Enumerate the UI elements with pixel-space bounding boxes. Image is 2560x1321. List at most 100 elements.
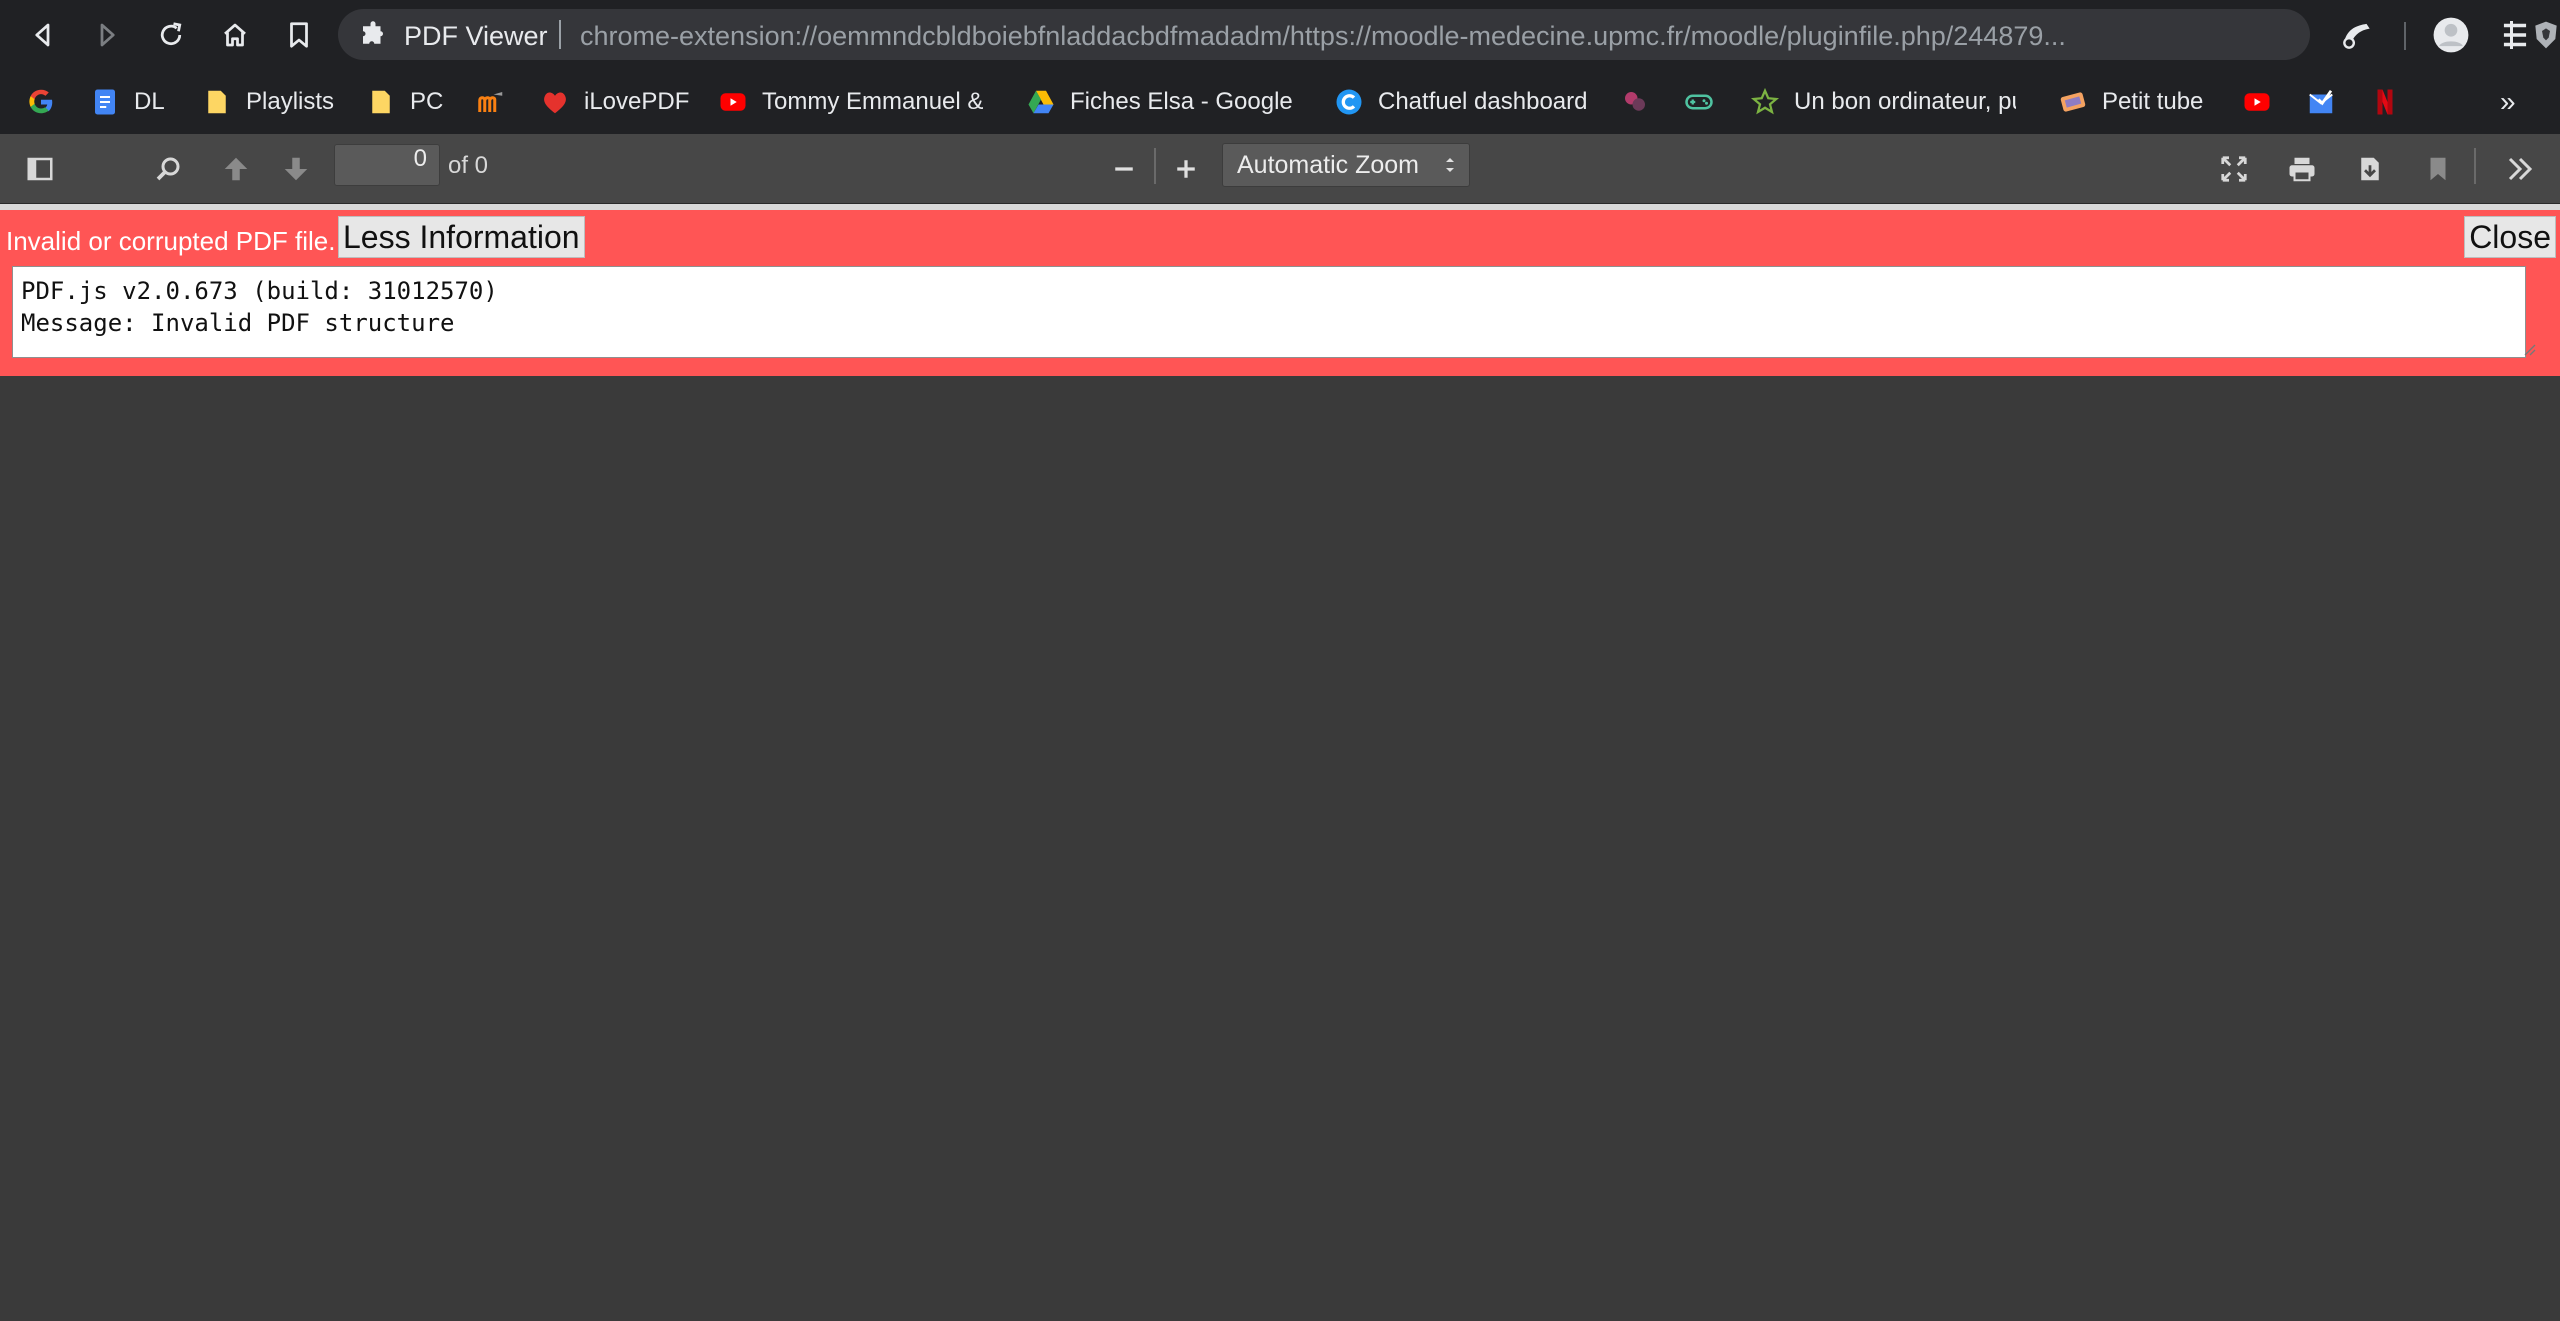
close-button[interactable]: Close [2464, 216, 2556, 258]
back-button[interactable] [22, 14, 64, 56]
zoom-selected-value: Automatic Zoom [1237, 150, 1420, 179]
double-chevron-right-icon [2508, 157, 2533, 181]
menu-icon[interactable] [2496, 16, 2534, 54]
zoom-in-button[interactable] [1166, 150, 1206, 188]
resize-grip-icon[interactable] [2522, 342, 2536, 356]
extension-name: PDF Viewer [404, 21, 548, 51]
presentation-mode-button[interactable] [2214, 150, 2254, 188]
download-icon [2361, 157, 2379, 181]
bookmark-icon [2430, 157, 2446, 181]
page-number-input[interactable]: 0 [334, 144, 440, 186]
bookmark-gamepad[interactable] [1684, 82, 1714, 122]
bookmarks-overflow-button[interactable]: » [2500, 82, 2516, 122]
home-button[interactable] [214, 14, 256, 56]
tools-button[interactable] [2500, 150, 2540, 188]
docs-icon [90, 87, 120, 117]
bookmarks-bar: DL Playlists PC iLovePDF Tommy Emmanuel … [0, 70, 2560, 134]
ilovepdf-icon [540, 87, 570, 117]
bookmark-dl[interactable]: DL [90, 82, 165, 122]
bookmark-label: PC [410, 88, 444, 115]
youtube-icon [2242, 87, 2272, 117]
google-icon [26, 87, 56, 117]
arrow-up-icon [224, 157, 248, 181]
plus-icon [1177, 160, 1195, 178]
bookmark-label: DL [134, 88, 165, 115]
back-icon [35, 23, 50, 47]
reload-icon [160, 22, 182, 46]
bookmark-label: iLovePDF [584, 88, 690, 115]
bookmark-tommy-emmanuel[interactable]: Tommy Emmanuel & [718, 82, 983, 122]
error-message: Invalid or corrupted PDF file. [6, 226, 336, 256]
address-bar[interactable]: PDF Viewer chrome-extension://oemmndcbld… [338, 9, 2557, 60]
bookmark-icon [290, 22, 308, 48]
bookmark-netflix[interactable] [2370, 82, 2400, 122]
bookmark-moodle[interactable] [476, 82, 506, 122]
zoom-divider [1154, 148, 1156, 184]
chatfuel-icon [1334, 87, 1364, 117]
current-view-bookmark-button[interactable] [2418, 150, 2458, 188]
bookmark-label: Playlists [246, 88, 335, 115]
bookmark-youtube[interactable] [2242, 82, 2272, 122]
print-icon [2289, 157, 2315, 182]
print-button[interactable] [2282, 150, 2322, 188]
search-icon [156, 157, 180, 181]
youtube-icon [718, 87, 748, 117]
zoom-select[interactable]: Automatic Zoom [1222, 143, 1470, 187]
star-icon [1750, 87, 1780, 117]
bookmark-chatfuel[interactable]: Chatfuel dashboard [1334, 82, 1587, 122]
error-wrapper: Invalid or corrupted PDF file. Less Info… [0, 210, 2560, 376]
previous-page-button[interactable] [216, 150, 256, 188]
home-icon [224, 23, 246, 47]
zoom-out-button[interactable] [1104, 150, 1144, 188]
minus-icon [1115, 167, 1133, 171]
bookmark-extension[interactable] [1620, 82, 1650, 122]
inbox-icon [2306, 87, 2336, 117]
bookmark-button[interactable] [278, 14, 320, 56]
sidebar-toggle-icon [27, 157, 53, 181]
toolbar-divider [2404, 22, 2406, 50]
download-button[interactable] [2350, 150, 2390, 188]
sidebar-toggle-button[interactable] [20, 150, 60, 188]
arrow-down-icon [284, 157, 308, 181]
bookmark-fiches-elsa[interactable]: Fiches Elsa - Google D [1026, 82, 1296, 122]
less-info-button[interactable]: Less Information [338, 216, 585, 258]
bookmark-petit-tube[interactable]: Petit tube [2058, 82, 2203, 122]
omnibox-divider [559, 20, 561, 49]
find-button[interactable] [148, 150, 188, 188]
reload-button[interactable] [150, 14, 192, 56]
bookmark-label: Tommy Emmanuel & [762, 88, 984, 115]
error-details-textarea[interactable]: PDF.js v2.0.673 (build: 31012570) Messag… [12, 266, 2526, 358]
viewer-container [0, 376, 2560, 1321]
bookmark-un-bon-ordinateur[interactable]: Un bon ordinateur, pu [1750, 82, 2016, 122]
brave-shield-icon[interactable] [2530, 19, 2560, 51]
bookmark-google[interactable] [26, 82, 56, 122]
bookmark-ilovepdf[interactable]: iLovePDF [540, 82, 689, 122]
netflix-icon [2370, 87, 2400, 117]
forward-button[interactable] [86, 14, 128, 56]
moodle-icon [476, 87, 506, 117]
petit-tube-icon [2058, 87, 2088, 117]
select-arrows-icon [1446, 158, 1454, 172]
bookmark-pc[interactable]: PC [366, 82, 443, 122]
fullscreen-icon [2221, 156, 2247, 182]
drive-icon [1026, 87, 1056, 117]
bookmark-label: Fiches Elsa - Google D [1070, 88, 1296, 115]
extension-icon[interactable] [2338, 16, 2376, 54]
puzzle-icon [363, 21, 383, 44]
toolbar-divider [2474, 148, 2476, 184]
folder-icon [202, 87, 232, 117]
folder-icon [366, 87, 396, 117]
bookmark-label: Petit tube [2102, 88, 2204, 115]
gamepad-icon [1684, 87, 1714, 117]
forward-icon [100, 23, 115, 47]
bookmark-label: Un bon ordinateur, pu [1794, 88, 2016, 115]
browser-toolbar: PDF Viewer chrome-extension://oemmndcbld… [0, 0, 2560, 70]
next-page-button[interactable] [276, 150, 316, 188]
bookmark-playlists[interactable]: Playlists [202, 82, 334, 122]
profile-avatar-icon[interactable] [2432, 16, 2470, 54]
bookmark-label: Chatfuel dashboard [1378, 88, 1588, 115]
url-text[interactable]: chrome-extension://oemmndcbldboiebfnladd… [580, 21, 2500, 52]
bookmark-inbox[interactable] [2306, 82, 2336, 122]
page-count-label: of 0 [448, 152, 489, 179]
puzzle-icon [1620, 87, 1650, 117]
